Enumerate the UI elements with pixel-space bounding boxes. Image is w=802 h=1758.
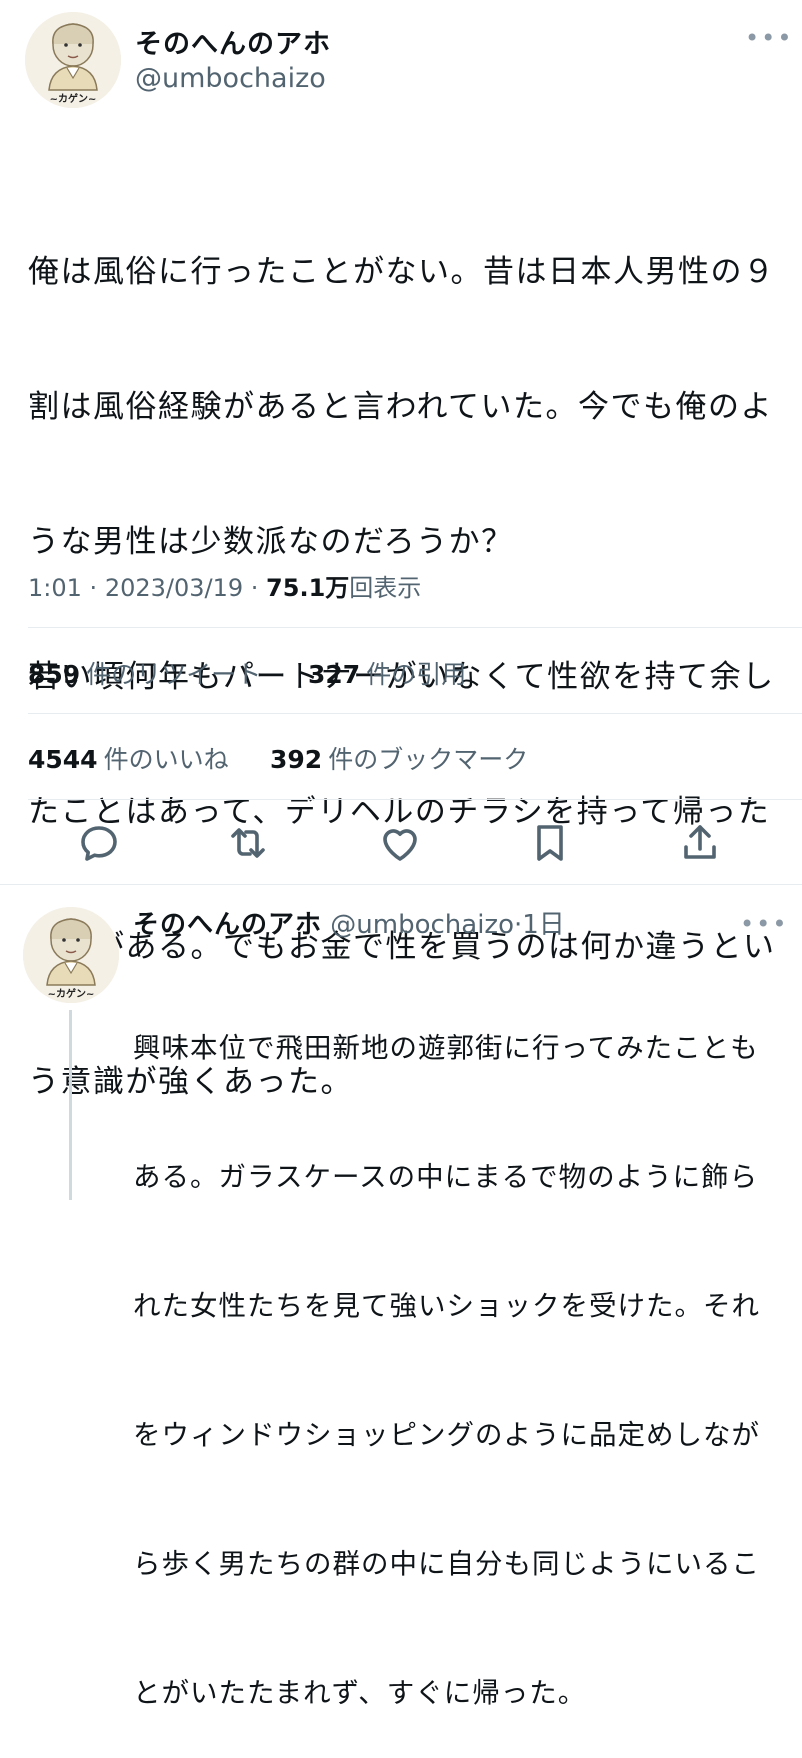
reply-text-line: ある。ガラスケースの中にまるで物のように飾ら xyxy=(133,1161,759,1193)
tweet-date[interactable]: 2023/03/19 xyxy=(105,574,243,602)
reply-text: 興味本位で飛田新地の遊郭街に行ってみたことも ある。ガラスケースの中にまるで物の… xyxy=(133,941,783,1758)
retweet-icon[interactable] xyxy=(224,819,272,867)
tweet-text-line: 割は風俗経験があると言われていた。今でも俺のよ xyxy=(28,389,774,425)
tweet-metadata: 1:01 · 2023/03/19 · 75.1万回表示 xyxy=(28,574,422,602)
like-icon[interactable] xyxy=(376,819,424,867)
reply-icon[interactable] xyxy=(75,819,123,867)
reply-text-line: をウィンドウショッピングのように品定めしなが xyxy=(133,1419,760,1451)
retweets-count: 859 xyxy=(28,660,81,689)
share-icon[interactable] xyxy=(676,819,724,867)
divider xyxy=(0,884,802,885)
more-dots-icon[interactable]: ••• xyxy=(745,24,793,52)
avatar-caption: ~カゲン~ xyxy=(49,94,97,105)
avatar-caption: ~カゲン~ xyxy=(47,989,95,1000)
view-label: 回表示 xyxy=(349,574,422,602)
divider xyxy=(28,713,802,714)
author-avatar[interactable]: ~カゲン~ xyxy=(25,12,121,108)
divider xyxy=(28,627,802,628)
quotes-stat[interactable]: 327 件の引用 xyxy=(308,655,466,691)
reply-author-handle[interactable]: @umbochaizo xyxy=(330,910,514,940)
retweets-stat[interactable]: 859 件のリツイート xyxy=(28,655,261,691)
likes-label: 件のいいね xyxy=(103,745,229,774)
reply-text-line: とがいたたまれず、すぐに帰った。 xyxy=(133,1677,587,1709)
reply-author-name[interactable]: そのへんのアホ xyxy=(133,910,322,940)
bookmarks-count: 392 xyxy=(270,745,323,774)
reply-text-line: ら歩く男たちの群の中に自分も同じようにいるこ xyxy=(133,1548,760,1580)
tweet-time[interactable]: 1:01 xyxy=(28,574,82,602)
quotes-count: 327 xyxy=(308,660,361,689)
thread-line xyxy=(69,1010,72,1200)
reply-author-avatar[interactable]: ~カゲン~ xyxy=(23,907,119,1003)
view-count: 75.1万 xyxy=(266,574,350,602)
likes-stat[interactable]: 4544 件のいいね xyxy=(28,740,229,776)
reply-text-line: 興味本位で飛田新地の遊郭街に行ってみたことも xyxy=(133,1032,759,1064)
author-name[interactable]: そのへんのアホ xyxy=(135,22,331,61)
more-dots-icon[interactable]: ••• xyxy=(740,910,788,938)
bookmarks-label: 件のブックマーク xyxy=(328,745,529,774)
reply-text-line: れた女性たちを見て強いショックを受けた。それ xyxy=(133,1290,760,1322)
likes-count: 4544 xyxy=(28,745,98,774)
tweet-text-line: うな男性は少数派なのだろうか？ xyxy=(28,524,514,560)
tweet-text-line: 俺は風俗に行ったことがない。昔は日本人男性の９ xyxy=(28,254,776,290)
bookmarks-stat[interactable]: 392 件のブックマーク xyxy=(270,740,528,776)
bookmark-icon[interactable] xyxy=(526,819,574,867)
retweets-label: 件のリツイート xyxy=(86,660,262,689)
reply-header: そのへんのアホ @umbochaizo·1日 xyxy=(133,910,565,940)
reply-age[interactable]: 1日 xyxy=(522,910,565,940)
divider xyxy=(28,799,802,800)
quotes-label: 件の引用 xyxy=(366,660,467,689)
author-handle[interactable]: @umbochaizo xyxy=(135,63,326,94)
